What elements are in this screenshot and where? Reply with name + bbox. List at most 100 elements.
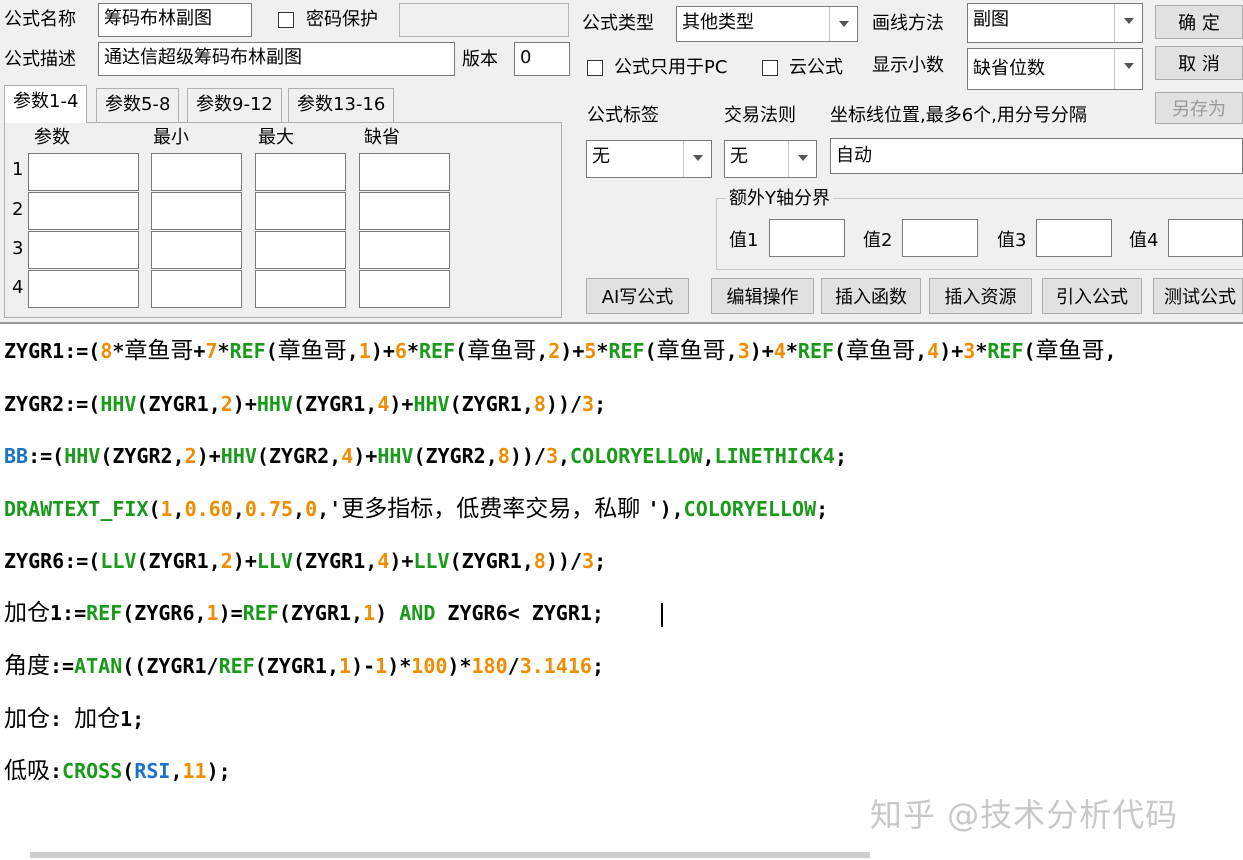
code-token: 1 bbox=[339, 654, 352, 678]
cancel-button[interactable]: 取 消 bbox=[1155, 46, 1243, 80]
code-token: 3 bbox=[545, 444, 558, 468]
saveas-button[interactable]: 另存为 bbox=[1155, 92, 1243, 124]
code-token: 章鱼哥 bbox=[124, 338, 194, 364]
param-max-input[interactable] bbox=[255, 192, 346, 230]
password-checkbox[interactable] bbox=[278, 12, 294, 28]
tab-params-13-16[interactable]: 参数13-16 bbox=[288, 88, 395, 122]
code-token: 4 bbox=[377, 392, 390, 416]
code-token: * bbox=[112, 339, 125, 363]
param-name-input[interactable] bbox=[28, 153, 139, 191]
code-token: 角度 bbox=[4, 653, 50, 679]
code-token: ))/ bbox=[545, 392, 583, 416]
insert-resource-button[interactable]: 插入资源 bbox=[929, 278, 1032, 314]
tab-params-1-4[interactable]: 参数1-4 bbox=[4, 85, 88, 123]
code-token: 章鱼哥 bbox=[467, 338, 537, 364]
code-token: 1 bbox=[358, 339, 371, 363]
code-token: 7 bbox=[205, 339, 218, 363]
trade-select[interactable]: 无 bbox=[724, 140, 817, 178]
draw-select[interactable]: 副图 bbox=[967, 3, 1143, 43]
code-token: 2 bbox=[184, 444, 197, 468]
version-input[interactable]: 0 bbox=[514, 42, 570, 76]
ai-formula-button[interactable]: AI写公式 bbox=[586, 278, 689, 314]
code-token: := bbox=[50, 654, 75, 678]
val1-input[interactable] bbox=[769, 219, 845, 257]
param-default-input[interactable] bbox=[359, 231, 450, 269]
code-token: 章鱼哥 bbox=[656, 338, 726, 364]
code-token: 8 bbox=[100, 339, 113, 363]
decimal-value: 缺省位数 bbox=[973, 58, 1045, 79]
trade-label: 交易法则 bbox=[724, 105, 796, 126]
chevron-down-icon[interactable] bbox=[788, 141, 816, 177]
code-token: , bbox=[1104, 339, 1117, 363]
param-default-input[interactable] bbox=[359, 192, 450, 230]
chevron-down-icon[interactable] bbox=[1114, 4, 1142, 42]
tab-params-9-12[interactable]: 参数9-12 bbox=[187, 88, 282, 122]
test-formula-button[interactable]: 测试公式 bbox=[1153, 278, 1243, 314]
horizontal-scrollbar[interactable] bbox=[30, 852, 870, 858]
tag-select[interactable]: 无 bbox=[586, 140, 712, 178]
code-token: REF bbox=[218, 654, 255, 678]
param-name-input[interactable] bbox=[28, 192, 139, 230]
param-default-input[interactable] bbox=[359, 153, 450, 191]
code-token: LINETHICK4 bbox=[714, 444, 835, 468]
decimal-label: 显示小数 bbox=[872, 55, 944, 76]
param-default-input[interactable] bbox=[359, 270, 450, 308]
axis-input[interactable]: 自动 bbox=[830, 138, 1243, 174]
decimal-select[interactable]: 缺省位数 bbox=[967, 48, 1143, 90]
code-token: (ZYGR1, bbox=[293, 549, 378, 573]
insert-function-button[interactable]: 插入函数 bbox=[821, 278, 921, 314]
version-label: 版本 bbox=[462, 49, 498, 70]
cloud-label: 云公式 bbox=[789, 57, 843, 78]
code-token: + bbox=[193, 339, 206, 363]
code-token: )+ bbox=[939, 339, 964, 363]
code-editor[interactable]: ZYGR1:=(8*章鱼哥+7*REF(章鱼哥,1)+6*REF(章鱼哥,2)+… bbox=[0, 322, 1243, 860]
chevron-down-icon[interactable] bbox=[683, 141, 711, 177]
code-token: 100 bbox=[411, 654, 448, 678]
code-token: 2 bbox=[548, 339, 561, 363]
code-token: )* bbox=[387, 654, 412, 678]
code-token: ; bbox=[591, 654, 604, 678]
code-token: 5 bbox=[584, 339, 597, 363]
code-token: 3.1416 bbox=[519, 654, 592, 678]
axis-label: 坐标线位置,最多6个,用分号分隔 bbox=[830, 105, 1087, 126]
code-token: )+ bbox=[232, 549, 257, 573]
code-token: * bbox=[406, 339, 420, 363]
param-min-input[interactable] bbox=[151, 192, 242, 230]
param-min-input[interactable] bbox=[151, 231, 242, 269]
code-token: , bbox=[915, 339, 928, 363]
tab-params-5-8[interactable]: 参数5-8 bbox=[96, 88, 180, 122]
code-token: (ZYGR1, bbox=[136, 549, 221, 573]
code-token: 3 bbox=[582, 392, 595, 416]
code-token: '), bbox=[647, 497, 684, 521]
param-min-input[interactable] bbox=[151, 270, 242, 308]
param-max-input[interactable] bbox=[255, 153, 346, 191]
code-token: ( bbox=[122, 759, 135, 783]
code-token: REF bbox=[608, 339, 645, 363]
edit-ops-button[interactable]: 编辑操作 bbox=[711, 278, 814, 314]
import-formula-button[interactable]: 引入公式 bbox=[1042, 278, 1142, 314]
code-token: ( bbox=[265, 339, 278, 363]
code-token: 4 bbox=[773, 339, 786, 363]
param-name-input[interactable] bbox=[28, 231, 139, 269]
val2-input[interactable] bbox=[902, 219, 978, 257]
desc-input[interactable]: 通达信超级筹码布林副图 bbox=[98, 42, 455, 76]
val4-input[interactable] bbox=[1168, 219, 1243, 257]
param-max-input[interactable] bbox=[255, 270, 346, 308]
draw-label: 画线方法 bbox=[872, 13, 944, 34]
val3-input[interactable] bbox=[1036, 219, 1112, 257]
chevron-down-icon[interactable] bbox=[829, 7, 857, 41]
code-token: , bbox=[170, 759, 183, 783]
pc-only-checkbox[interactable] bbox=[587, 60, 603, 76]
chevron-down-icon[interactable] bbox=[1114, 49, 1142, 89]
ok-button[interactable]: 确 定 bbox=[1155, 5, 1243, 39]
param-name-input[interactable] bbox=[28, 270, 139, 308]
code-token: COLORYELLOW bbox=[570, 444, 703, 468]
type-select[interactable]: 其他类型 bbox=[676, 6, 858, 42]
param-min-input[interactable] bbox=[151, 153, 242, 191]
cloud-checkbox[interactable] bbox=[762, 60, 778, 76]
code-token: )+ bbox=[353, 444, 378, 468]
param-max-input[interactable] bbox=[255, 231, 346, 269]
code-token: REF bbox=[797, 339, 835, 363]
name-input[interactable]: 筹码布林副图 bbox=[98, 3, 252, 37]
code-token: LLV bbox=[413, 549, 450, 573]
